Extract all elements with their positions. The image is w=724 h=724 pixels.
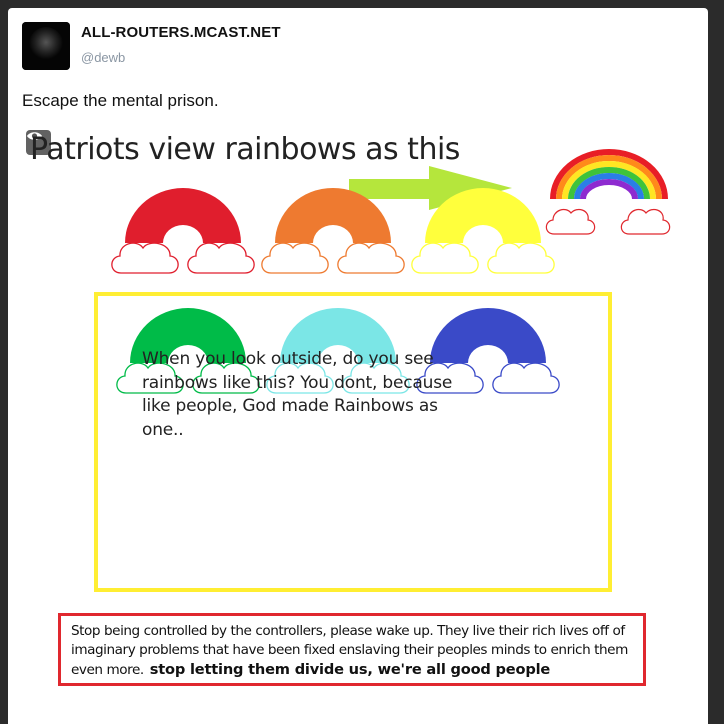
status-text: Escape the mental prison. <box>22 91 219 110</box>
display-name[interactable]: ALL-ROUTERS.MCAST.NET <box>81 24 281 41</box>
notice-text: Stop being controlled by the controllers… <box>71 622 635 680</box>
panel-caption: When you look outside, do you see rainbo… <box>142 349 453 440</box>
image-headline: Patriots view rainbows as this <box>30 132 460 167</box>
avatar[interactable] <box>22 22 70 70</box>
single-color-rainbow <box>261 188 405 274</box>
single-color-rainbow <box>111 188 255 274</box>
notice-box: Stop being controlled by the controllers… <box>58 613 646 686</box>
rainbow-panel <box>94 292 612 592</box>
account-handle[interactable]: @dewb <box>81 50 125 65</box>
notice-bold: stop letting them divide us, we're all g… <box>149 661 551 678</box>
media-attachment[interactable]: Patriots view rainbows as this When you … <box>22 126 708 724</box>
status-card: ALL-ROUTERS.MCAST.NET @dewb Escape the m… <box>8 8 708 724</box>
full-rainbow-icon <box>545 149 671 235</box>
